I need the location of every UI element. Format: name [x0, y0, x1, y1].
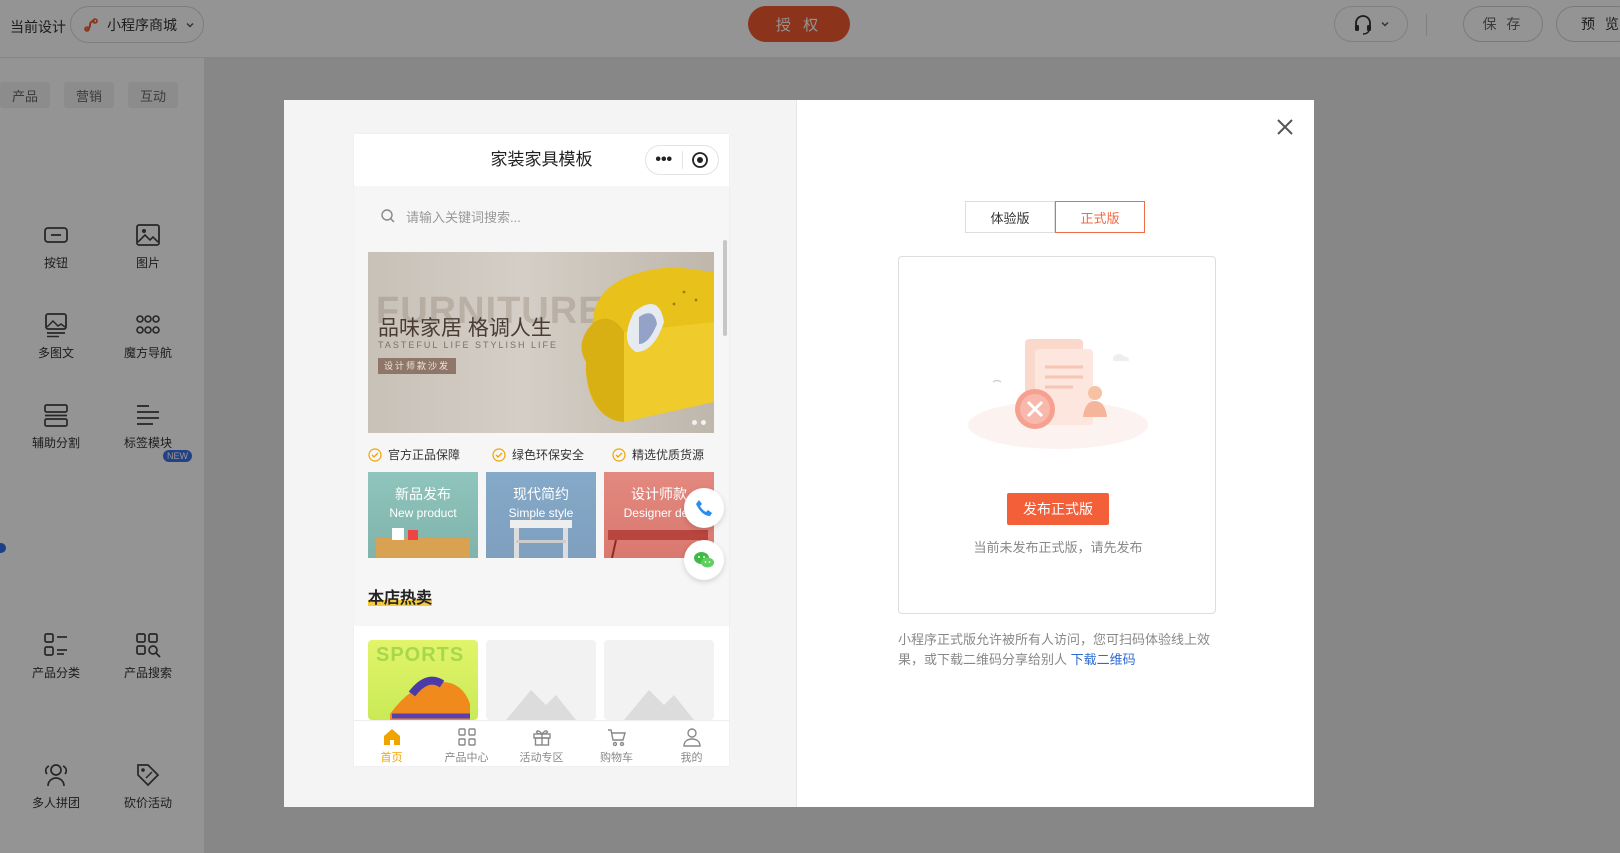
- banner-image[interactable]: FURNITURE 品味家居 格调人生 TASTEFUL LIFE STYLIS…: [368, 252, 714, 433]
- category-card-simple[interactable]: 现代简约 Simple style: [486, 472, 596, 558]
- phone-search-bar[interactable]: 请输入关键词搜索...: [368, 198, 708, 234]
- guarantee-item: 绿色环保安全: [492, 446, 584, 463]
- tab-activity[interactable]: 活动专区: [504, 721, 579, 766]
- check-circle-icon: [612, 447, 626, 462]
- publish-release-button[interactable]: 发布正式版: [1007, 493, 1109, 525]
- capsule-menu: •••: [645, 145, 719, 175]
- tab-mine[interactable]: 我的: [654, 721, 729, 766]
- release-description: 小程序正式版允许被所有人访问，您可扫码体验线上效果，或下载二维码分享给别人 下载…: [898, 630, 1222, 670]
- sofa-illustration: [581, 267, 714, 422]
- download-qr-link[interactable]: 下载二维码: [1071, 652, 1136, 667]
- phone-tab-bar: 首页 产品中心 活动专区 购物车 我的: [354, 720, 729, 766]
- user-icon: [682, 728, 701, 747]
- home-icon: [383, 729, 400, 745]
- wechat-icon: [694, 552, 714, 568]
- tab-product-center[interactable]: 产品中心: [429, 721, 504, 766]
- not-published-illustration: [968, 339, 1148, 449]
- guarantee-item: 官方正品保障: [368, 446, 460, 463]
- tab-home[interactable]: 首页: [354, 721, 429, 766]
- wechat-button[interactable]: [684, 540, 724, 580]
- image-placeholder-icon: [506, 690, 576, 720]
- tab-cart[interactable]: 购物车: [579, 721, 654, 766]
- stool-illustration: [510, 520, 572, 558]
- check-circle-icon: [368, 447, 382, 462]
- product-card[interactable]: [604, 640, 714, 720]
- cabinet-illustration: [376, 528, 470, 558]
- phone-icon: [696, 500, 712, 516]
- version-tabs: 体验版 正式版: [965, 201, 1145, 233]
- phone-body: 请输入关键词搜索... FURNITURE 品味家居 格调人生 TASTEFUL…: [354, 186, 729, 720]
- phone-header: 家装家具模板 •••: [354, 134, 729, 186]
- phone-scrollbar[interactable]: [723, 240, 727, 336]
- search-icon: [381, 209, 395, 223]
- category-card-new[interactable]: 新品发布 New product: [368, 472, 478, 558]
- more-dots-icon: •••: [655, 151, 673, 168]
- product-card[interactable]: SPORTS: [368, 640, 478, 720]
- guarantee-item: 精选优质货源: [612, 446, 704, 463]
- banner-tag: 设计师款沙发: [378, 358, 457, 374]
- phone-preview: 家装家具模板 ••• 请输入关键词搜索... FURNITURE 品味家居 格调…: [354, 134, 729, 766]
- sneaker-illustration: [390, 676, 470, 720]
- image-placeholder-icon: [624, 690, 694, 720]
- hot-products: SPORTS: [354, 626, 729, 720]
- release-description-text: 小程序正式版允许被所有人访问，您可扫码体验线上效果，或下载二维码分享给别人: [898, 632, 1211, 667]
- gift-icon: [532, 730, 551, 746]
- close-icon[interactable]: [1274, 116, 1296, 138]
- phone-call-button[interactable]: [684, 488, 724, 528]
- publish-modal: 家装家具模板 ••• 请输入关键词搜索... FURNITURE 品味家居 格调…: [284, 100, 1314, 807]
- tab-trial-version[interactable]: 体验版: [965, 201, 1055, 233]
- banner-pagination: [692, 420, 706, 425]
- qr-code-box: 发布正式版 当前未发布正式版，请先发布: [898, 256, 1216, 614]
- qr-note: 当前未发布正式版，请先发布: [973, 540, 1143, 555]
- cart-icon: [607, 729, 626, 747]
- phone-title: 家装家具模板: [490, 150, 593, 169]
- tab-release-version[interactable]: 正式版: [1055, 201, 1145, 233]
- grid-icon: [457, 728, 476, 746]
- phone-preview-panel: 家装家具模板 ••• 请输入关键词搜索... FURNITURE 品味家居 格调…: [284, 100, 797, 807]
- check-circle-icon: [492, 447, 506, 462]
- banner-subtitle: TASTEFUL LIFE STYLISH LIFE: [378, 340, 559, 350]
- banner-title: 品味家居 格调人生: [378, 317, 552, 340]
- product-card[interactable]: [486, 640, 596, 720]
- search-placeholder: 请输入关键词搜索...: [406, 209, 521, 225]
- target-icon: [692, 152, 709, 168]
- hot-sale-title: 本店热卖: [368, 590, 433, 607]
